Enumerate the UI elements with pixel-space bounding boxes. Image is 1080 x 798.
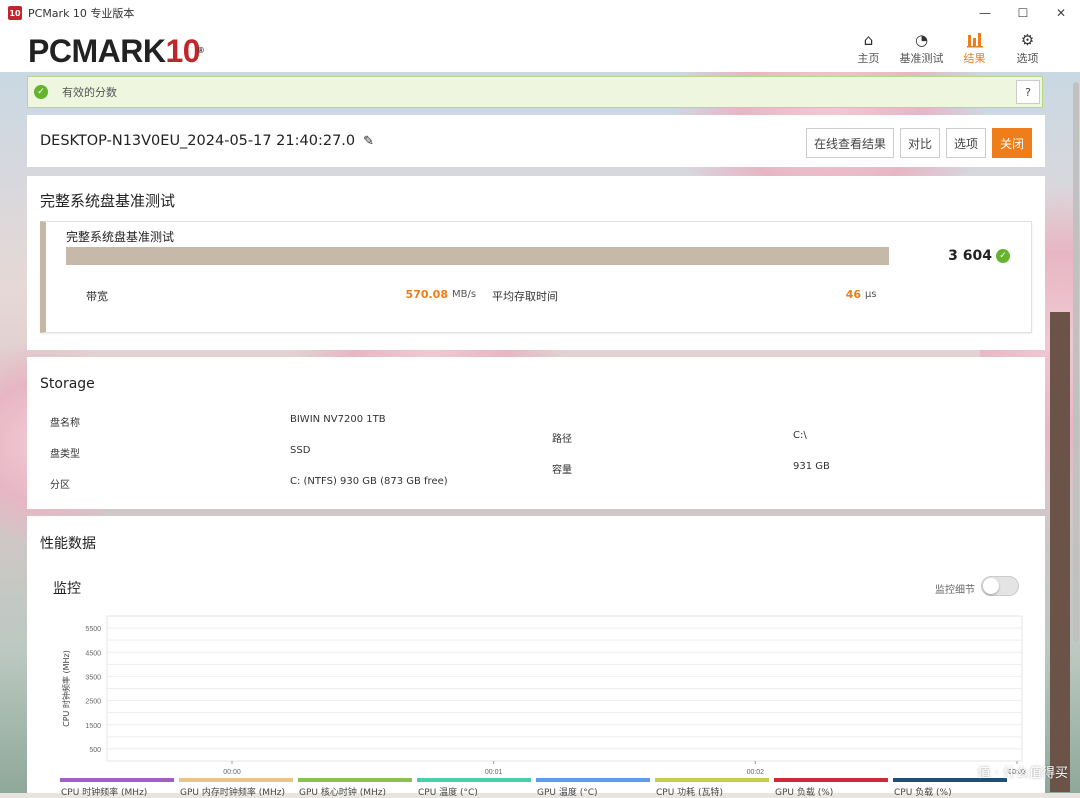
app-icon: 10 [8,6,22,20]
benchmark-section-title: 完整系统盘基准测试 [40,192,176,210]
disk-name-value: BIWIN NV7200 1TB [290,414,386,425]
test-score: 3 604 ✓ [948,248,1010,264]
legend-label: CPU 温度 (°C) [418,788,478,798]
legend-item[interactable]: CPU 时钟频率 (MHz) [60,778,174,798]
valid-score-text: 有效的分数 [62,86,117,99]
disk-type-value: SSD [290,445,311,456]
valid-score-banner: ✓ 有效的分数 ? [27,76,1043,108]
score-bar [66,247,889,265]
partition-label: 分区 [50,480,70,491]
legend-item[interactable]: GPU 核心时钟 (MHz) [298,778,412,798]
nav-results[interactable]: 结果 [948,30,1001,66]
legend-item[interactable]: CPU 温度 (°C) [417,778,531,798]
x-tick-label: 00:02 [747,769,765,776]
y-tick-label: 4500 [85,650,101,657]
pencil-icon[interactable]: ✎ [363,134,374,149]
y-tick-label: 500 [89,747,101,754]
latency-unit: μs [865,289,877,300]
maximize-button[interactable]: ☐ [1004,0,1042,26]
test-result-card[interactable]: 完整系统盘基准测试 3 604 ✓ 带宽 570.08 MB/s 平均存取时间 4… [40,221,1032,333]
disk-name-label: 盘名称 [50,418,80,429]
window-title: PCMark 10 专业版本 [28,7,135,20]
x-tick-label: 00:00 [223,769,241,776]
legend-swatch [298,778,412,782]
legend-label: GPU 核心时钟 (MHz) [299,788,386,798]
gear-icon: ⚙ [1020,31,1035,49]
bandwidth-unit: MB/s [452,289,477,300]
nav-benchmarks[interactable]: ◔ 基准测试 [895,30,948,66]
nav-home[interactable]: ⌂ 主页 [842,30,895,66]
watermark: 值 · 什么值得买 [977,766,1068,781]
storage-panel: Storage 盘名称 BIWIN NV7200 1TB 盘类型 SSD 分区 … [27,357,1045,509]
compare-button[interactable]: 对比 [899,128,940,158]
test-name: 完整系统盘基准测试 [66,230,175,244]
legend-label: CPU 负载 (%) [894,788,952,798]
legend-swatch [536,778,650,782]
view-online-button[interactable]: 在线查看结果 [805,128,894,158]
gauge-icon: ◔ [914,31,929,49]
latency-value: 46 [845,288,861,301]
legend-item[interactable]: GPU 负载 (%) [774,778,888,798]
monitor-chart: 5500450035002500150050000:00 00:01 00:02 00… [61,615,1026,776]
help-button[interactable]: ? [1016,80,1040,104]
scrollbar-thumb[interactable] [1073,82,1079,642]
check-circle-icon: ✓ [996,249,1010,263]
legend-item[interactable]: GPU 温度 (°C) [536,778,650,798]
close-result-button[interactable]: 关闭 [991,128,1032,158]
result-header-panel: DESKTOP-N13V0EU_2024-05-17 21:40:27.0 ✎ 在… [27,115,1045,167]
legend-swatch [655,778,769,782]
legend-label: GPU 温度 (°C) [537,788,598,798]
y-axis-label: CPU 时钟频率 (MHz) [61,650,71,727]
close-window-button[interactable]: ✕ [1042,0,1080,26]
monitor-detail-label: 监控细节 [935,585,975,596]
monitor-title: 监控 [53,581,81,597]
pcmark-logo: PCMARK10® [28,33,204,69]
y-tick-label: 5500 [85,626,101,633]
check-circle-icon: ✓ [34,85,48,99]
capacity-label: 容量 [552,465,572,476]
capacity-value: 931 GB [793,461,830,472]
legend-label: CPU 时钟频率 (MHz) [61,788,148,798]
latency-label: 平均存取时间 [492,290,558,303]
y-tick-label: 1500 [85,723,101,730]
window-titlebar: 10 PCMark 10 专业版本 — ☐ ✕ [0,0,1080,26]
monitor-detail-toggle[interactable] [981,576,1019,596]
benchmark-panel: 完整系统盘基准测试 完整系统盘基准测试 3 604 ✓ 带宽 570.08 MB/… [27,176,1045,350]
main-nav: ⌂ 主页 ◔ 基准测试 结果 ⚙ 选项 [842,30,1054,66]
legend-item[interactable]: CPU 功耗 (瓦特) [655,778,769,798]
performance-title: 性能数据 [40,536,96,552]
legend-swatch [60,778,174,782]
disk-type-label: 盘类型 [50,449,80,460]
bar-chart-icon [966,30,983,50]
home-icon: ⌂ [863,31,874,49]
legend-swatch [774,778,888,782]
nav-options[interactable]: ⚙ 选项 [1001,30,1054,66]
options-button[interactable]: 选项 [945,128,986,158]
bandwidth-value: 570.08 [405,288,448,301]
minimize-button[interactable]: — [966,0,1004,26]
legend-label: GPU 负载 (%) [775,788,834,798]
legend-item[interactable]: CPU 负载 (%) [893,778,1007,798]
storage-title: Storage [40,376,95,392]
legend-item[interactable]: GPU 内存时钟频率 (MHz) [179,778,293,798]
legend-label: CPU 功耗 (瓦特) [656,788,724,798]
result-name: DESKTOP-N13V0EU_2024-05-17 21:40:27.0 ✎ [40,133,375,149]
x-tick-label: 00:01 [485,769,503,776]
app-header: PCMARK10® ⌂ 主页 ◔ 基准测试 结果 ⚙ 选项 [0,26,1080,72]
y-tick-label: 2500 [85,699,101,706]
path-value: C:\ [793,430,807,441]
path-label: 路径 [552,434,572,445]
partition-value: C: (NTFS) 930 GB (873 GB free) [290,476,448,487]
legend-label: GPU 内存时钟频率 (MHz) [180,788,285,798]
performance-panel: 性能数据 监控 监控细节 5500 4500 3500 2500 1500 500 00:0… [27,516,1045,798]
y-tick-label: 3500 [85,674,101,681]
scrollbar[interactable] [1072,72,1080,793]
legend-swatch [179,778,293,782]
bandwidth-label: 带宽 [86,290,108,303]
legend-swatch [417,778,531,782]
